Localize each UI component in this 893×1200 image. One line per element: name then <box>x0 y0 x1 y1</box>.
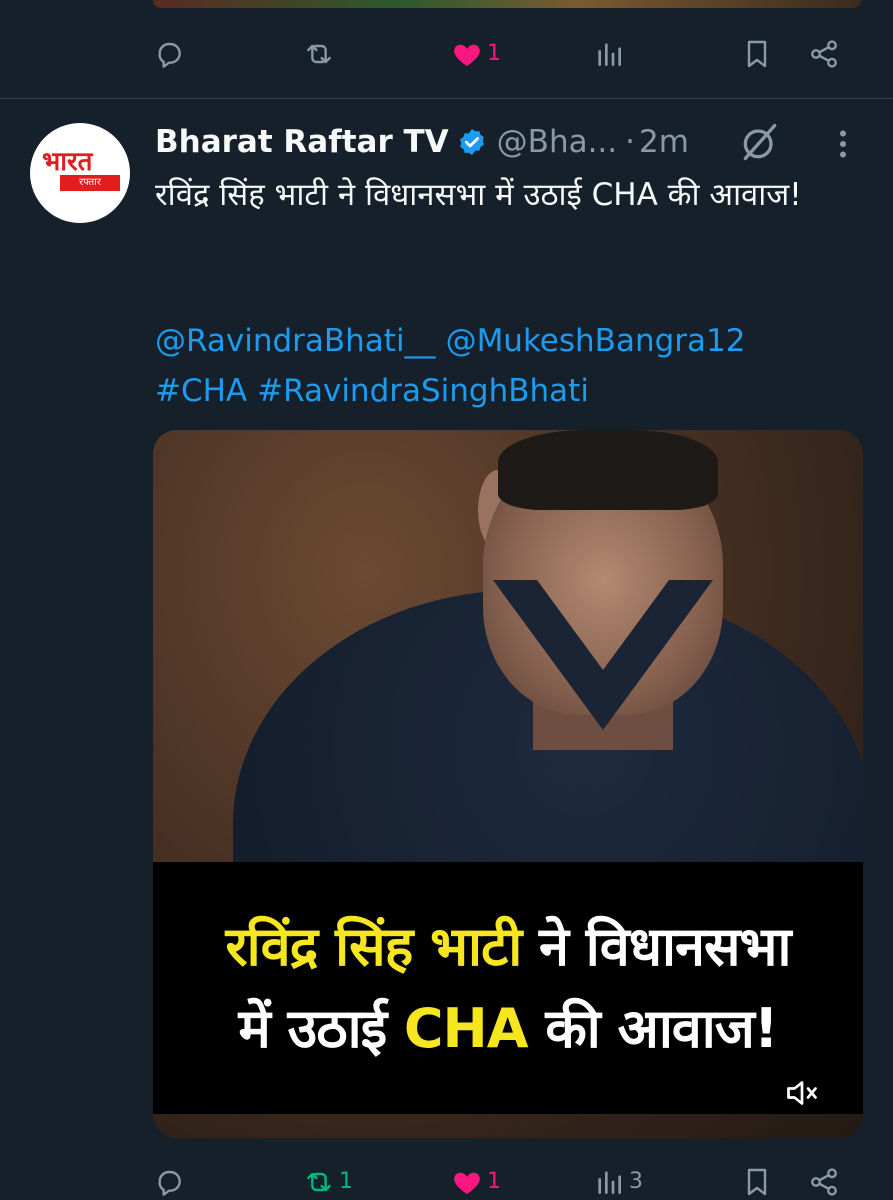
caption-line-2: में उठाई CHA की आवाज! <box>238 988 779 1070</box>
more-options-icon[interactable] <box>828 126 858 162</box>
caption-highlight: CHA <box>403 997 529 1060</box>
like-count: 1 <box>487 41 501 66</box>
views-button[interactable]: 3 <box>593 1158 643 1200</box>
tweet-timestamp[interactable]: 2m <box>639 124 689 160</box>
hashtag-link[interactable]: #CHA <box>155 373 247 409</box>
tweet-body-text: रविंद्र सिंह भाटी ने विधानसभा में उठाई C… <box>155 177 802 213</box>
tweet-action-bar: 1 1 3 <box>153 1158 853 1200</box>
share-button[interactable] <box>808 30 840 78</box>
bookmark-button[interactable] <box>741 1158 773 1200</box>
reply-icon <box>158 42 181 68</box>
author-avatar[interactable]: भारत रफ्तार <box>30 123 130 223</box>
mute-toggle-button[interactable] <box>773 1070 831 1116</box>
views-chart-icon <box>598 43 621 66</box>
reply-button[interactable] <box>153 1158 189 1200</box>
repost-icon <box>307 1172 331 1192</box>
video-caption-overlay: रविंद्र सिंह भाटी ने विधानसभा में उठाई C… <box>153 862 863 1114</box>
reply-button[interactable] <box>153 30 189 78</box>
author-handle[interactable]: @Bha... <box>497 124 617 160</box>
previous-tweet-action-bar: 1 <box>153 30 853 78</box>
views-button[interactable] <box>593 30 629 78</box>
like-count: 1 <box>487 1169 501 1194</box>
bookmark-icon <box>747 1168 767 1196</box>
tweet-video[interactable]: रविंद्र सिंह भाटी ने विधानसभा में उठाई C… <box>153 430 863 1138</box>
repost-count: 1 <box>339 1169 353 1194</box>
like-button[interactable]: 1 <box>451 1158 501 1200</box>
like-button[interactable]: 1 <box>451 30 501 78</box>
caption-text: ने विधानसभा <box>521 915 791 978</box>
heart-filled-icon <box>454 1172 480 1194</box>
avatar-logo-subtext: रफ्तार <box>60 175 120 191</box>
mention-link[interactable]: @RavindraBhati__ <box>155 323 436 359</box>
tweet-divider <box>0 98 893 99</box>
heart-filled-icon <box>454 44 480 66</box>
header-separator: · <box>625 124 636 160</box>
speaker-muted-icon <box>787 1081 817 1105</box>
author-display-name[interactable]: Bharat Raftar TV <box>155 124 449 160</box>
views-count: 3 <box>629 1169 643 1194</box>
mention-link[interactable]: @MukeshBangra12 <box>446 323 746 359</box>
bookmark-icon <box>747 40 767 68</box>
hashtag-link[interactable]: #RavindraSinghBhati <box>257 373 589 409</box>
video-person-hair <box>498 430 718 510</box>
tweet-entities: @RavindraBhati__ @MukeshBangra12 #CHA #Rav… <box>155 316 845 416</box>
repost-button[interactable] <box>303 30 339 78</box>
share-button[interactable] <box>808 1158 840 1200</box>
reply-icon <box>158 1170 181 1196</box>
avatar-logo-text: भारत <box>42 147 93 177</box>
previous-tweet-media[interactable] <box>153 0 861 8</box>
caption-text: में उठाई <box>238 997 404 1060</box>
caption-highlight: रविंद्र सिंह भाटी <box>225 915 523 978</box>
verified-badge-icon[interactable] <box>457 127 487 157</box>
grok-icon[interactable] <box>738 120 782 164</box>
share-icon <box>811 40 837 68</box>
share-icon <box>811 1168 837 1196</box>
views-chart-icon <box>598 1171 621 1194</box>
caption-text: की आवाज! <box>527 997 778 1060</box>
caption-line-1: रविंद्र सिंह भाटी ने विधानसभा <box>225 906 792 988</box>
repost-button[interactable]: 1 <box>303 1158 353 1200</box>
bookmark-button[interactable] <box>741 30 773 78</box>
repost-icon <box>307 44 331 64</box>
